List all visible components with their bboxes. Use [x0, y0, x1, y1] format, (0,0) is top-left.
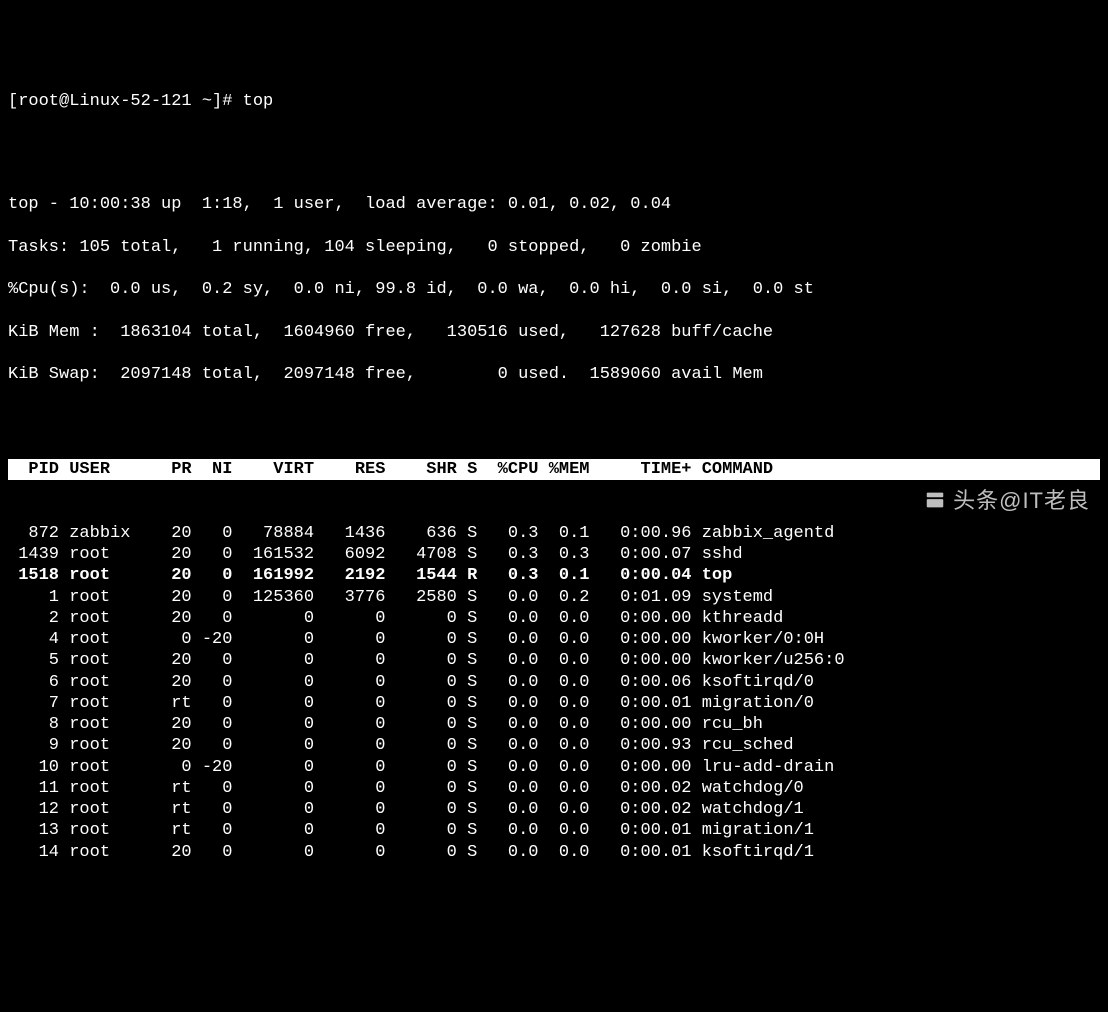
summary-line-tasks: Tasks: 105 total, 1 running, 104 sleepin…	[8, 237, 1100, 258]
process-row: 14 root 20 0 0 0 0 S 0.0 0.0 0:00.01 kso…	[8, 842, 1100, 863]
process-row: 6 root 20 0 0 0 0 S 0.0 0.0 0:00.06 ksof…	[8, 672, 1100, 693]
summary-line-top: top - 10:00:38 up 1:18, 1 user, load ave…	[8, 194, 1100, 215]
process-table-body: 872 zabbix 20 0 78884 1436 636 S 0.3 0.1…	[8, 523, 1100, 863]
shell-prompt-line: [root@Linux-52-121 ~]# top	[8, 91, 1100, 112]
watermark-icon	[923, 488, 947, 512]
watermark: 头条@IT老良	[923, 487, 1090, 515]
process-row: 13 root rt 0 0 0 0 S 0.0 0.0 0:00.01 mig…	[8, 820, 1100, 841]
process-row: 12 root rt 0 0 0 0 S 0.0 0.0 0:00.02 wat…	[8, 799, 1100, 820]
top-summary-block: top - 10:00:38 up 1:18, 1 user, load ave…	[8, 173, 1100, 407]
process-row: 8 root 20 0 0 0 0 S 0.0 0.0 0:00.00 rcu_…	[8, 714, 1100, 735]
process-row: 5 root 20 0 0 0 0 S 0.0 0.0 0:00.00 kwor…	[8, 650, 1100, 671]
process-table-header: PID USER PR NI VIRT RES SHR S %CPU %MEM …	[8, 459, 1100, 480]
process-row: 2 root 20 0 0 0 0 S 0.0 0.0 0:00.00 kthr…	[8, 608, 1100, 629]
summary-line-swap: KiB Swap: 2097148 total, 2097148 free, 0…	[8, 364, 1100, 385]
process-row: 1 root 20 0 125360 3776 2580 S 0.0 0.2 0…	[8, 587, 1100, 608]
summary-line-mem: KiB Mem : 1863104 total, 1604960 free, 1…	[8, 322, 1100, 343]
process-row: 872 zabbix 20 0 78884 1436 636 S 0.3 0.1…	[8, 523, 1100, 544]
process-row: 7 root rt 0 0 0 0 S 0.0 0.0 0:00.01 migr…	[8, 693, 1100, 714]
process-row: 10 root 0 -20 0 0 0 S 0.0 0.0 0:00.00 lr…	[8, 757, 1100, 778]
process-row: 4 root 0 -20 0 0 0 S 0.0 0.0 0:00.00 kwo…	[8, 629, 1100, 650]
process-row: 1518 root 20 0 161992 2192 1544 R 0.3 0.…	[8, 565, 1100, 586]
process-row: 11 root rt 0 0 0 0 S 0.0 0.0 0:00.02 wat…	[8, 778, 1100, 799]
process-row: 9 root 20 0 0 0 0 S 0.0 0.0 0:00.93 rcu_…	[8, 735, 1100, 756]
watermark-text: 头条@IT老良	[953, 487, 1090, 515]
summary-line-cpu: %Cpu(s): 0.0 us, 0.2 sy, 0.0 ni, 99.8 id…	[8, 279, 1100, 300]
process-row: 1439 root 20 0 161532 6092 4708 S 0.3 0.…	[8, 544, 1100, 565]
